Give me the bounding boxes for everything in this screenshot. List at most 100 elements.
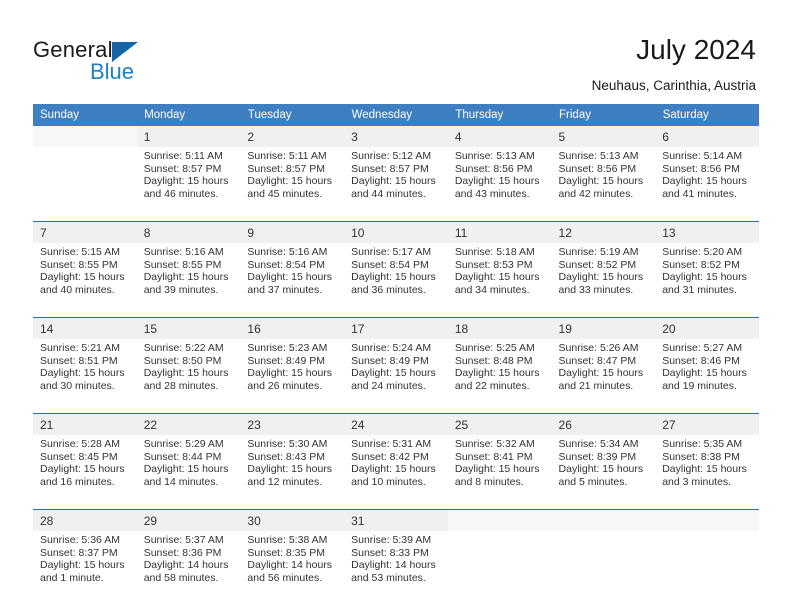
day-number[interactable]: 13 bbox=[655, 221, 759, 243]
day-sunrise-text: Sunrise: 5:17 AM bbox=[351, 246, 432, 258]
day-number[interactable]: 19 bbox=[551, 317, 656, 339]
day-number[interactable]: 12 bbox=[551, 221, 656, 243]
day-cell[interactable]: Sunrise: 5:13 AM Sunset: 8:56 PM Daylight:… bbox=[551, 147, 656, 222]
day-cell[interactable]: Sunrise: 5:17 AM Sunset: 8:54 PM Daylight:… bbox=[344, 243, 448, 318]
day-number[interactable]: 15 bbox=[136, 317, 241, 339]
day-cell[interactable]: Sunrise: 5:32 AM Sunset: 8:41 PM Daylight:… bbox=[447, 435, 552, 510]
day-number[interactable]: 7 bbox=[33, 221, 137, 243]
day-sunset-text: Sunset: 8:57 PM bbox=[247, 162, 326, 175]
weekday-header-wednesday: Wednesday bbox=[344, 104, 449, 126]
day-cell[interactable]: Sunrise: 5:14 AM Sunset: 8:56 PM Daylight:… bbox=[655, 147, 759, 222]
day-cell[interactable]: Sunrise: 5:20 AM Sunset: 8:52 PM Daylight:… bbox=[655, 243, 759, 318]
day-cell[interactable]: Sunrise: 5:23 AM Sunset: 8:49 PM Daylight:… bbox=[240, 339, 345, 414]
day-sunrise-text: Sunrise: 5:23 AM bbox=[247, 342, 328, 354]
day-cell[interactable]: Sunrise: 5:29 AM Sunset: 8:44 PM Daylight:… bbox=[136, 435, 241, 510]
day-number[interactable]: 10 bbox=[344, 221, 448, 243]
day-number[interactable]: 11 bbox=[447, 221, 552, 243]
day-sunrise-text: Sunrise: 5:26 AM bbox=[558, 342, 639, 354]
day-cell[interactable]: Sunrise: 5:15 AM Sunset: 8:55 PM Daylight:… bbox=[33, 243, 137, 318]
day-number[interactable]: 20 bbox=[655, 317, 759, 339]
general-blue-logo[interactable]: General Blue bbox=[33, 38, 163, 84]
day-sunrise-text: Sunrise: 5:30 AM bbox=[247, 438, 328, 450]
day-cell[interactable]: Sunrise: 5:12 AM Sunset: 8:57 PM Daylight:… bbox=[344, 147, 448, 222]
day-number[interactable]: 31 bbox=[344, 509, 448, 531]
day-daylight-line2-text: and 53 minutes. bbox=[351, 571, 426, 584]
day-sunset-text: Sunset: 8:46 PM bbox=[662, 354, 740, 367]
day-number[interactable]: 28 bbox=[33, 509, 137, 531]
day-cell[interactable]: Sunrise: 5:21 AM Sunset: 8:51 PM Daylight:… bbox=[33, 339, 137, 414]
day-number[interactable]: 1 bbox=[136, 126, 241, 147]
day-number[interactable]: 9 bbox=[240, 221, 345, 243]
day-sunset-text: Sunset: 8:38 PM bbox=[662, 450, 740, 463]
day-cell[interactable]: Sunrise: 5:13 AM Sunset: 8:56 PM Daylight:… bbox=[447, 147, 552, 222]
day-cell[interactable]: Sunrise: 5:35 AM Sunset: 8:38 PM Daylight:… bbox=[655, 435, 759, 510]
day-cell[interactable]: Sunrise: 5:38 AM Sunset: 8:35 PM Daylight:… bbox=[240, 531, 345, 605]
day-daylight-line2-text: and 1 minute. bbox=[40, 571, 104, 584]
day-number-empty bbox=[33, 126, 137, 147]
day-number[interactable]: 14 bbox=[33, 317, 137, 339]
day-daylight-line2-text: and 14 minutes. bbox=[143, 475, 219, 488]
day-cell[interactable]: Sunrise: 5:36 AM Sunset: 8:37 PM Daylight:… bbox=[33, 531, 137, 605]
day-daylight-line1-text: Daylight: 15 hours bbox=[662, 367, 747, 380]
day-number[interactable]: 2 bbox=[240, 126, 345, 147]
day-number[interactable]: 6 bbox=[655, 126, 759, 147]
day-number[interactable]: 8 bbox=[136, 221, 241, 243]
day-sunset-text: Sunset: 8:55 PM bbox=[143, 258, 222, 271]
day-sunrise-text: Sunrise: 5:36 AM bbox=[40, 534, 120, 546]
day-daylight-line2-text: and 39 minutes. bbox=[143, 283, 219, 296]
day-daylight-line1-text: Daylight: 15 hours bbox=[247, 463, 333, 476]
weekday-header-row: Sunday Monday Tuesday Wednesday Thursday… bbox=[33, 104, 760, 126]
day-cell[interactable]: Sunrise: 5:30 AM Sunset: 8:43 PM Daylight:… bbox=[240, 435, 345, 510]
day-cell[interactable]: Sunrise: 5:18 AM Sunset: 8:53 PM Daylight:… bbox=[447, 243, 552, 318]
day-number[interactable]: 18 bbox=[447, 317, 552, 339]
calendar-body: 1 2 3 4 5 6 Sunrise: 5:11 AM Sunset: 8:57 PM Day… bbox=[33, 126, 759, 605]
day-number[interactable]: 4 bbox=[447, 126, 552, 147]
day-number[interactable]: 23 bbox=[240, 413, 345, 435]
day-number[interactable]: 3 bbox=[344, 126, 448, 147]
day-sunset-text: Sunset: 8:57 PM bbox=[143, 162, 222, 175]
day-daylight-line1-text: Daylight: 15 hours bbox=[351, 463, 436, 476]
day-daylight-line1-text: Daylight: 15 hours bbox=[558, 367, 644, 380]
day-number[interactable]: 24 bbox=[344, 413, 448, 435]
day-cell[interactable]: Sunrise: 5:19 AM Sunset: 8:52 PM Daylight:… bbox=[551, 243, 656, 318]
day-daylight-line1-text: Daylight: 15 hours bbox=[247, 271, 333, 284]
day-cell[interactable]: Sunrise: 5:39 AM Sunset: 8:33 PM Daylight:… bbox=[344, 531, 448, 605]
day-sunrise-text: Sunrise: 5:11 AM bbox=[143, 150, 223, 162]
day-cell[interactable]: Sunrise: 5:27 AM Sunset: 8:46 PM Daylight:… bbox=[655, 339, 759, 414]
day-daylight-line2-text: and 33 minutes. bbox=[558, 283, 634, 296]
day-number[interactable]: 5 bbox=[551, 126, 656, 147]
day-number[interactable]: 27 bbox=[655, 413, 759, 435]
day-cell[interactable]: Sunrise: 5:11 AM Sunset: 8:57 PM Daylight:… bbox=[136, 147, 241, 222]
day-number[interactable]: 25 bbox=[447, 413, 552, 435]
day-cell[interactable]: Sunrise: 5:25 AM Sunset: 8:48 PM Daylight:… bbox=[447, 339, 552, 414]
day-cell[interactable]: Sunrise: 5:22 AM Sunset: 8:50 PM Daylight:… bbox=[136, 339, 241, 414]
week-daynumber-row: 123456 bbox=[33, 126, 759, 147]
weekday-header-friday: Friday bbox=[551, 104, 656, 126]
day-sunset-text: Sunset: 8:47 PM bbox=[558, 354, 637, 367]
day-cell[interactable]: Sunrise: 5:37 AM Sunset: 8:36 PM Daylight:… bbox=[136, 531, 241, 605]
day-sunrise-text: Sunrise: 5:13 AM bbox=[454, 150, 535, 162]
day-number[interactable]: 29 bbox=[136, 509, 241, 531]
day-cell[interactable]: Sunrise: 5:26 AM Sunset: 8:47 PM Daylight:… bbox=[551, 339, 656, 414]
day-cell[interactable]: Sunrise: 5:31 AM Sunset: 8:42 PM Daylight:… bbox=[344, 435, 448, 510]
day-number[interactable]: 21 bbox=[33, 413, 137, 435]
week-details-row: Sunrise: 5:11 AM Sunset: 8:57 PM Daylight:… bbox=[33, 147, 759, 222]
weekday-header-monday: Monday bbox=[136, 104, 241, 126]
day-daylight-line2-text: and 44 minutes. bbox=[351, 187, 426, 200]
day-cell[interactable]: Sunrise: 5:28 AM Sunset: 8:45 PM Daylight:… bbox=[33, 435, 137, 510]
day-cell[interactable]: Sunrise: 5:16 AM Sunset: 8:55 PM Daylight:… bbox=[136, 243, 241, 318]
day-number[interactable]: 30 bbox=[240, 509, 345, 531]
day-daylight-line1-text: Daylight: 15 hours bbox=[351, 367, 436, 380]
day-cell[interactable]: Sunrise: 5:16 AM Sunset: 8:54 PM Daylight:… bbox=[240, 243, 345, 318]
day-sunset-text: Sunset: 8:52 PM bbox=[662, 258, 740, 271]
day-cell[interactable]: Sunrise: 5:24 AM Sunset: 8:49 PM Daylight:… bbox=[344, 339, 448, 414]
day-number[interactable]: 26 bbox=[551, 413, 656, 435]
day-number[interactable]: 17 bbox=[344, 317, 448, 339]
weekday-header-sunday: Sunday bbox=[33, 104, 138, 126]
day-cell[interactable]: Sunrise: 5:11 AM Sunset: 8:57 PM Daylight:… bbox=[240, 147, 345, 222]
day-cell[interactable]: Sunrise: 5:34 AM Sunset: 8:39 PM Daylight:… bbox=[551, 435, 656, 510]
day-sunset-text: Sunset: 8:51 PM bbox=[40, 354, 118, 367]
day-number[interactable]: 22 bbox=[136, 413, 241, 435]
day-daylight-line2-text: and 31 minutes. bbox=[662, 283, 737, 296]
day-number[interactable]: 16 bbox=[240, 317, 345, 339]
